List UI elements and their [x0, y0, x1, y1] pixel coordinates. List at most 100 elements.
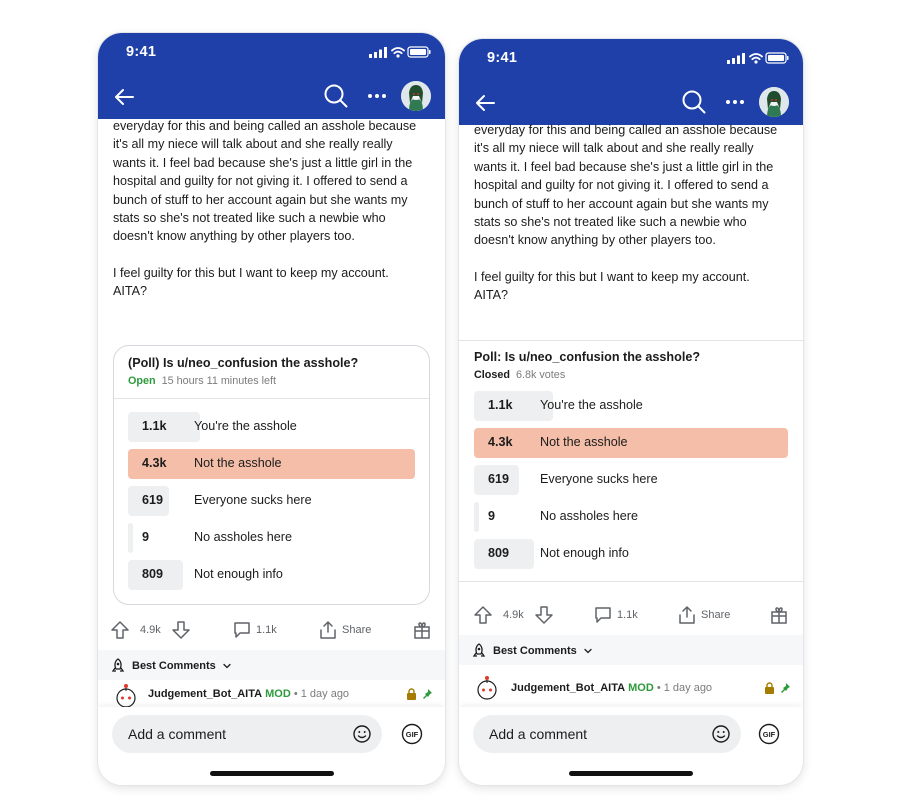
poll-option-count: 4.3k: [142, 456, 167, 470]
rocket-icon: [472, 643, 486, 657]
downvote-icon[interactable]: [534, 605, 554, 625]
poll-header: Poll: Is u/neo_confusion the asshole? Cl…: [474, 350, 700, 381]
poll-option-count: 1.1k: [488, 398, 513, 412]
search-icon[interactable]: [681, 89, 707, 115]
poll-option-label: You're the asshole: [540, 398, 643, 412]
poll-option[interactable]: 1.1k You're the asshole: [128, 412, 415, 442]
emoji-icon[interactable]: [352, 724, 372, 744]
gif-icon[interactable]: GIF: [401, 723, 423, 745]
poll-option-label: Everyone sucks here: [194, 493, 312, 507]
divider: [114, 398, 429, 399]
poll-bar: [474, 502, 479, 532]
downvote-icon[interactable]: [171, 620, 191, 640]
snoo-avatar-icon: [759, 87, 789, 117]
status-time: 9:41: [126, 44, 157, 60]
search-icon[interactable]: [323, 83, 349, 109]
poll-time-left: 15 hours 11 minutes left: [161, 375, 277, 387]
share-button[interactable]: Share: [318, 615, 371, 645]
user-avatar[interactable]: [401, 81, 431, 111]
divider: [459, 581, 803, 582]
vote-group: 4.9k: [110, 615, 191, 645]
comments-button[interactable]: 1.1k: [232, 615, 277, 645]
poll-option-label: Not the asshole: [540, 435, 628, 449]
post-body: everyday for this and being called an as…: [474, 121, 783, 305]
app-header: 9:41: [459, 39, 803, 125]
post-actions: 4.9k 1.1k Share: [459, 600, 803, 630]
status-icons: [369, 46, 431, 58]
divider: [459, 340, 803, 341]
post-content: everyday for this and being called an as…: [98, 119, 445, 785]
poll-option-count: 619: [142, 493, 164, 507]
gift-icon: [771, 607, 787, 624]
comment-input[interactable]: Add a comment: [112, 715, 382, 753]
poll-option[interactable]: 9 No assholes here: [128, 523, 415, 553]
battery-icon: [407, 46, 431, 58]
comment-author[interactable]: Judgement_Bot_AITA: [148, 688, 262, 700]
comment-age: • 1 day ago: [656, 682, 713, 694]
poll-option-label: No assholes here: [194, 530, 293, 544]
sort-bar[interactable]: Best Comments: [459, 635, 803, 665]
vote-count: 4.9k: [503, 609, 524, 621]
emoji-icon[interactable]: [711, 724, 731, 744]
more-options-icon[interactable]: [725, 97, 745, 107]
poll-option-count: 809: [488, 546, 510, 560]
post-body: everyday for this and being called an as…: [113, 117, 425, 301]
poll-option-label: Not enough info: [194, 567, 283, 581]
status-icons: [727, 52, 789, 64]
sort-label: Best Comments: [132, 660, 216, 672]
poll-option-count: 1.1k: [142, 419, 167, 433]
poll-option-label: You're the asshole: [194, 419, 297, 433]
poll-option[interactable]: 809 Not enough info: [128, 560, 415, 590]
gif-label: GIF: [406, 730, 419, 739]
user-avatar[interactable]: [759, 87, 789, 117]
chevron-down-icon: [584, 648, 592, 654]
chevron-down-icon: [223, 663, 231, 669]
poll-option-count: 9: [142, 530, 150, 544]
gif-label: GIF: [763, 730, 776, 739]
back-arrow-icon[interactable]: [473, 91, 497, 115]
poll-card: (Poll) Is u/neo_confusion the asshole? O…: [113, 345, 430, 605]
pin-icon: [423, 689, 432, 699]
snoo-avatar-icon: [401, 81, 431, 111]
sort-bar[interactable]: Best Comments: [98, 650, 445, 680]
vote-group: 4.9k: [473, 600, 554, 630]
award-button[interactable]: [769, 600, 789, 630]
poll-option: 9 No assholes here: [474, 502, 788, 532]
poll-vote-total: 6.8k votes: [516, 369, 566, 381]
mod-badge: MOD: [265, 688, 291, 700]
signal-icon: [369, 47, 387, 58]
upvote-icon[interactable]: [110, 620, 130, 640]
poll-option: 4.3k Not the asshole: [474, 428, 788, 458]
bot-avatar-icon: [477, 676, 497, 700]
poll-title: Poll: Is u/neo_confusion the asshole?: [474, 350, 701, 364]
poll-option-count: 9: [488, 509, 496, 523]
phone-screen-right: 9:41 everyday for this and being called …: [459, 39, 803, 785]
comment-header: Judgement_Bot_AITA MOD • 1 day ago: [471, 676, 793, 706]
share-label: Share: [342, 624, 372, 636]
mod-badge: MOD: [628, 682, 654, 694]
comments-button[interactable]: 1.1k: [593, 600, 638, 630]
award-button[interactable]: [412, 615, 432, 645]
signal-icon: [727, 53, 745, 64]
comment-placeholder: Add a comment: [128, 726, 227, 742]
poll-option[interactable]: 4.3k Not the asshole: [128, 449, 415, 479]
comment-author[interactable]: Judgement_Bot_AITA: [511, 682, 625, 694]
lock-icon: [765, 682, 774, 694]
poll-option-count: 809: [142, 567, 164, 581]
poll-option[interactable]: 619 Everyone sucks here: [128, 486, 415, 516]
battery-icon: [765, 52, 789, 64]
home-indicator: [569, 771, 693, 776]
comment-input[interactable]: Add a comment: [473, 715, 741, 753]
poll-option: 619 Everyone sucks here: [474, 465, 788, 495]
comment-age: • 1 day ago: [293, 688, 350, 700]
bot-avatar-icon: [116, 684, 136, 708]
gif-icon[interactable]: GIF: [758, 723, 780, 745]
app-header: 9:41: [98, 33, 445, 119]
back-arrow-icon[interactable]: [112, 85, 136, 109]
upvote-icon[interactable]: [473, 605, 493, 625]
comment-icon: [234, 622, 250, 638]
more-options-icon[interactable]: [367, 91, 387, 101]
post-paragraph: I feel guilty for this but I want to kee…: [474, 269, 750, 303]
share-button[interactable]: Share: [677, 600, 730, 630]
poll-bar: [474, 428, 788, 458]
